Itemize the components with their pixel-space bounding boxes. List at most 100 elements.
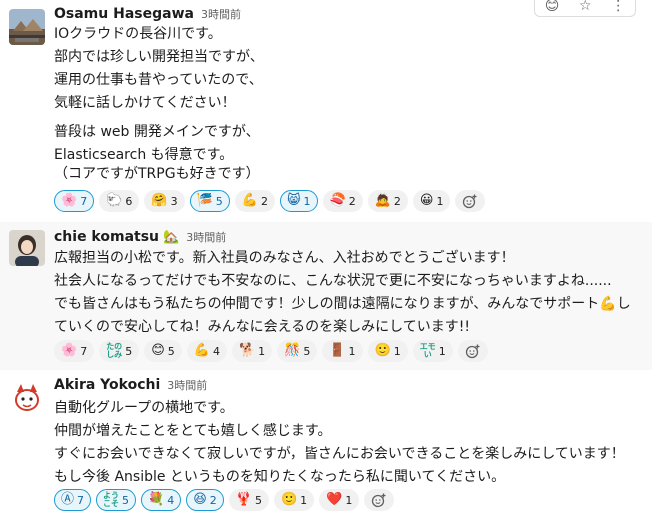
red-figure-icon: 🦞 bbox=[235, 492, 252, 507]
reaction-pill[interactable]: 😸 1 bbox=[279, 190, 318, 212]
reaction-count: 1 bbox=[300, 493, 308, 507]
reaction-pill[interactable]: 🙂 1 bbox=[273, 489, 315, 511]
reaction-pill[interactable]: 🎏 5 bbox=[189, 190, 230, 212]
reaction-count: 2 bbox=[393, 194, 401, 208]
reaction-pill[interactable]: 🙇 2 bbox=[367, 190, 408, 212]
message-line: もし今後 Ansible というものを知りたくなったら私に聞いてください。 bbox=[54, 469, 506, 485]
reaction-pill[interactable]: エモ い1 bbox=[412, 340, 453, 362]
reaction-pill[interactable]: 🐕 1 bbox=[231, 340, 273, 362]
sender-name[interactable]: chie komatsu bbox=[54, 229, 159, 245]
star-icon[interactable]: ☆ bbox=[579, 0, 592, 14]
avatar-akira[interactable] bbox=[9, 380, 45, 416]
sender-name[interactable]: Osamu Hasegawa bbox=[54, 6, 194, 22]
reaction-pill[interactable]: 🐑 6 bbox=[99, 190, 140, 212]
cat-face-icon: 😸 bbox=[286, 193, 301, 208]
add-reaction-icon[interactable]: 😊 bbox=[545, 0, 560, 14]
reaction-count: 5 bbox=[303, 344, 311, 358]
cherry-blossom-icon: 🌸 bbox=[61, 343, 78, 358]
reaction-pill[interactable]: 🦞 5 bbox=[228, 489, 269, 511]
reaction-count: 1 bbox=[345, 493, 353, 507]
reaction-pill[interactable]: 💪 2 bbox=[234, 190, 275, 212]
add-emoji-icon bbox=[463, 194, 477, 209]
message-line: IOクラウドの長谷川です。 bbox=[54, 26, 222, 42]
more-actions-icon[interactable]: ⋮ bbox=[611, 0, 625, 14]
reaction-pill[interactable]: 🚪 1 bbox=[322, 340, 363, 362]
reaction-count: 2 bbox=[348, 194, 356, 208]
youkoso-text-icon: よう こそ bbox=[103, 491, 120, 508]
reaction-pill[interactable]: ❤️ 1 bbox=[319, 489, 360, 511]
ansible-icon: Ⓐ bbox=[61, 492, 75, 507]
reaction-count: 7 bbox=[77, 493, 85, 507]
reaction-count: 5 bbox=[125, 344, 133, 358]
avatar-chie[interactable] bbox=[9, 230, 45, 266]
flower-icon: 💐 bbox=[148, 492, 165, 507]
message-line: 仲間が増えたことをとても嬉しく感じます。 bbox=[54, 423, 332, 439]
add-reaction-button[interactable] bbox=[364, 489, 395, 511]
reaction-pill[interactable]: Ⓐ 7 bbox=[54, 489, 92, 511]
message-line: 部内では珍しい開発担当ですが、 bbox=[54, 49, 264, 65]
reaction-count: 4 bbox=[212, 344, 220, 358]
message-actions: 😊 ☆ ⋮ bbox=[534, 0, 636, 17]
reaction-pill[interactable]: たの しみ 5 bbox=[99, 340, 140, 362]
add-reaction-button[interactable] bbox=[455, 190, 486, 212]
add-emoji-icon bbox=[465, 344, 480, 359]
reaction-bar: 🌸 7 🐑 6 🤗 3 🎏 5 💪 2 😸 1 🍣 2 🙇 2 😀 1 bbox=[54, 190, 486, 214]
reaction-pill[interactable]: 🎊 5 bbox=[277, 340, 318, 362]
kangei-text-icon: 🎊 bbox=[284, 343, 301, 358]
reaction-pill[interactable]: 😀 1 bbox=[412, 190, 451, 212]
reaction-count: 6 bbox=[125, 194, 133, 208]
reaction-bar: Ⓐ 7 よう こそ 5 💐 4 😆 2 🦞 5 🙂 1 ❤️ 1 bbox=[54, 489, 395, 513]
message-line: でも皆さんはもう私たちの仲間です！少しの間は遠隔になりますが、みんなでサポート💪… bbox=[54, 296, 631, 312]
timestamp[interactable]: 3時間前 bbox=[201, 6, 241, 22]
timestamp[interactable]: 3時間前 bbox=[186, 229, 226, 245]
reaction-pill[interactable]: よう こそ 5 bbox=[96, 489, 137, 511]
reaction-count: 5 bbox=[122, 493, 130, 507]
message-line: （コアですがTRPGも好きです） bbox=[54, 166, 260, 182]
reaction-pill[interactable]: 😆 2 bbox=[186, 489, 224, 511]
sushi-icon: 🍣 bbox=[329, 193, 346, 208]
message-line: 社会人になるってだけでも不安なのに、こんな状況で更に不安になっちゃいますよね..… bbox=[54, 273, 612, 289]
reaction-pill[interactable]: 🙂 1 bbox=[367, 340, 408, 362]
reaction-pill[interactable]: 💐 4 bbox=[141, 489, 182, 511]
add-emoji-icon bbox=[372, 493, 386, 508]
reaction-count: 5 bbox=[215, 194, 223, 208]
message-chie: chie komatsu 🏡 3時間前 広報担当の小松です。新入社員のみなさん、… bbox=[0, 222, 652, 370]
message-osamu: Osamu Hasegawa 3時間前 😊 ☆ ⋮ IOクラウドの長谷川です。 … bbox=[0, 0, 652, 220]
avatar-osamu[interactable] bbox=[9, 9, 45, 45]
reaction-pill[interactable]: 🌸 7 bbox=[54, 190, 95, 212]
flexed-biceps-icon: 💪 bbox=[193, 343, 210, 358]
cherry-blossom-icon: 🌸 bbox=[61, 193, 78, 208]
dog-icon: 🐕 bbox=[238, 343, 256, 358]
reaction-count: 7 bbox=[80, 344, 88, 358]
slight-smile-icon: 🙂 bbox=[280, 492, 298, 507]
reaction-count: 2 bbox=[209, 493, 217, 507]
flexed-biceps-icon: 💪 bbox=[241, 193, 258, 208]
reaction-bar: 🌸 7 たの しみ 5 😊 5 💪 4 🐕 1 🎊 5 🚪 1 🙂 1 エモ い1 bbox=[54, 340, 488, 364]
message-line: 普段は web 開発メインですが、 bbox=[54, 124, 260, 140]
sender-name[interactable]: Akira Yokochi bbox=[54, 377, 160, 393]
add-reaction-button[interactable] bbox=[457, 340, 488, 362]
reaction-pill[interactable]: 💪 4 bbox=[186, 340, 227, 362]
reaction-pill[interactable]: 😊 5 bbox=[144, 340, 182, 362]
reaction-count: 1 bbox=[393, 344, 401, 358]
reaction-count: 1 bbox=[436, 194, 444, 208]
reaction-pill[interactable]: 🌸 7 bbox=[54, 340, 95, 362]
party-banner-icon: 🎏 bbox=[196, 193, 213, 208]
reaction-count: 3 bbox=[170, 194, 178, 208]
reaction-pill[interactable]: 🍣 2 bbox=[322, 190, 363, 212]
grinning-face-icon: 😀 bbox=[419, 193, 434, 208]
message-akira: Akira Yokochi 3時間前 自動化グループの横地です。 仲間が増えたこ… bbox=[0, 372, 652, 524]
reaction-pill[interactable]: 🤗 3 bbox=[144, 190, 185, 212]
reaction-count: 1 bbox=[258, 344, 266, 358]
reaction-count: 1 bbox=[438, 344, 446, 358]
smiling-face-icon: 😊 bbox=[151, 343, 165, 358]
reaction-count: 1 bbox=[303, 194, 311, 208]
reaction-count: 1 bbox=[348, 344, 356, 358]
timestamp[interactable]: 3時間前 bbox=[167, 377, 207, 393]
slight-smile-icon: 🙂 bbox=[374, 343, 391, 358]
house-status-icon[interactable]: 🏡 bbox=[163, 230, 179, 245]
emoi-text-icon: エモ い bbox=[419, 342, 436, 359]
reaction-count: 2 bbox=[260, 194, 268, 208]
person-door-icon: 🚪 bbox=[329, 343, 346, 358]
message-line: ていくので安心してね！みんなに会えるのを楽しみにしています!! bbox=[54, 319, 470, 335]
